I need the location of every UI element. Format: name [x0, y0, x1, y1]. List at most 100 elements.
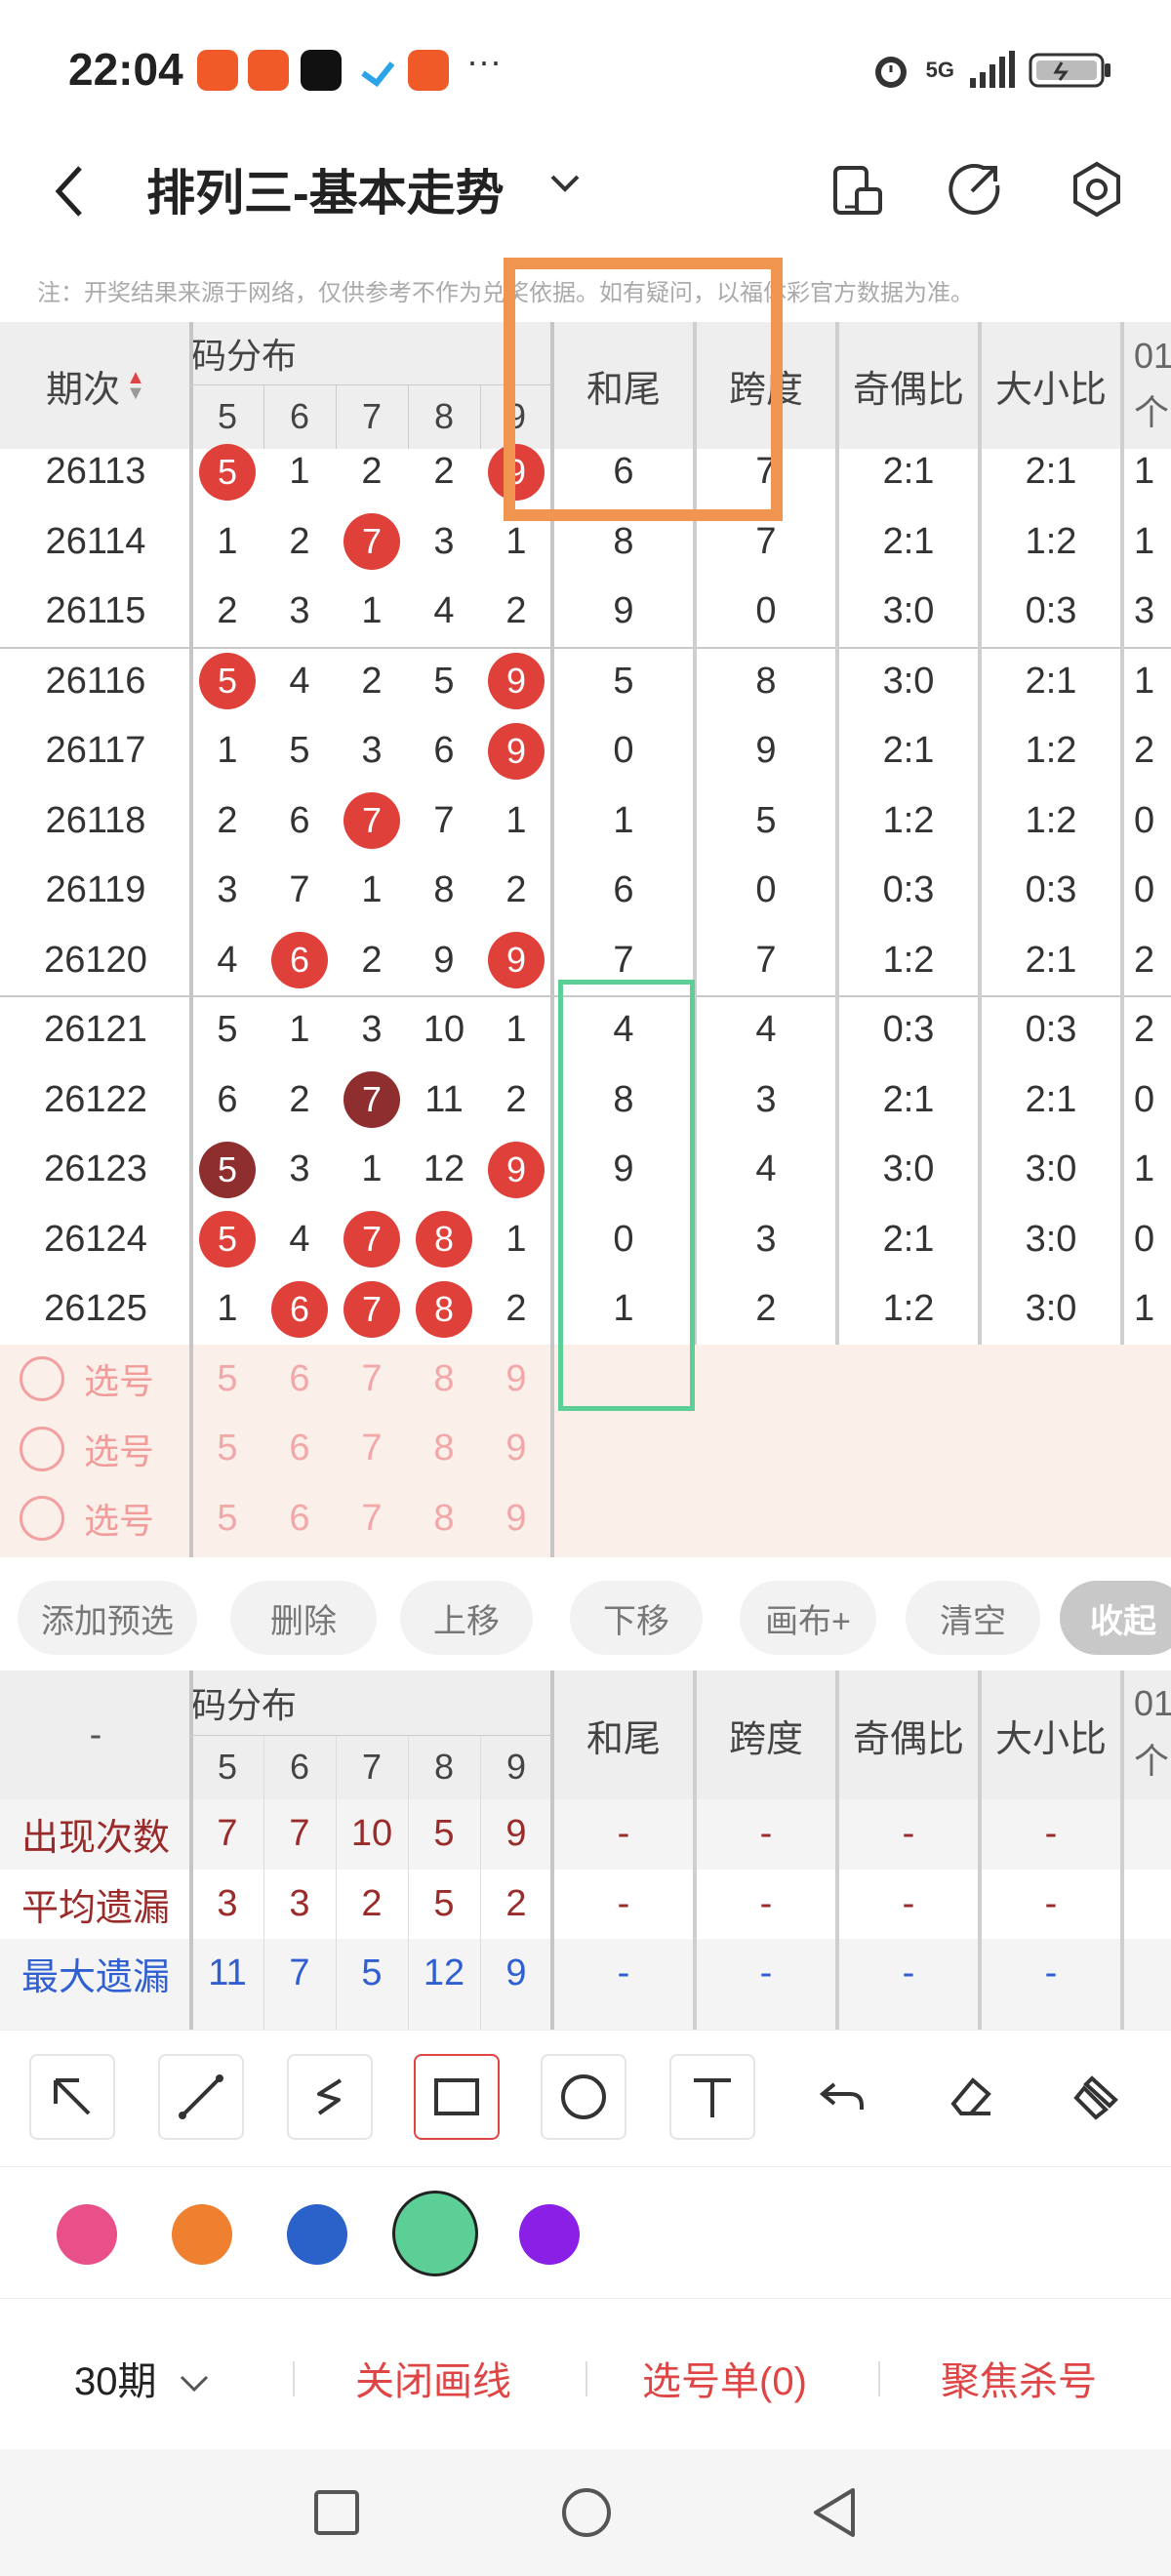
action-button[interactable]: 收起 [1060, 1581, 1171, 1655]
freehand-tool-button[interactable] [287, 2054, 373, 2140]
cut-cell: 2 [1134, 1009, 1155, 1051]
period-cell: 26121 [44, 1009, 147, 1051]
period-cell: 26113 [45, 451, 146, 493]
pick-digit[interactable]: 5 [191, 1414, 263, 1484]
pick-digit[interactable]: 9 [480, 1484, 552, 1554]
digit-cell: 8 [408, 1205, 480, 1275]
stats-corner: - [89, 1713, 102, 1755]
color-swatch-green-selected[interactable] [392, 2191, 478, 2276]
stat-cell: 0 [755, 590, 777, 632]
rectangle-tool-button[interactable] [414, 2054, 500, 2140]
home-icon[interactable] [560, 2486, 613, 2539]
clear-brush-button[interactable] [1054, 2054, 1140, 2140]
digit-cell: 3 [361, 730, 383, 772]
line-icon [179, 2074, 223, 2119]
period-select[interactable]: 30期 [74, 2350, 211, 2406]
stats-label: 最大遗漏 [20, 1957, 170, 1999]
digit-cell: 7 [336, 1066, 408, 1136]
stat-cell: 3:0 [882, 660, 935, 702]
hit-ball: 7 [343, 513, 400, 571]
stats-value: 9 [505, 1813, 527, 1855]
action-button[interactable]: 上移 [400, 1581, 533, 1655]
column-divider [189, 1670, 193, 2030]
color-swatch-blue[interactable] [287, 2204, 347, 2265]
recent-apps-icon[interactable] [312, 2488, 361, 2537]
tiktok-icon [301, 50, 342, 91]
hit-ball: 5 [199, 1211, 256, 1268]
action-button[interactable]: 清空 [906, 1581, 1040, 1655]
pick-digit[interactable]: 9 [480, 1345, 552, 1415]
period-column-header[interactable]: 期次 ▲ ▼ [0, 322, 191, 449]
column-divider [189, 322, 193, 1557]
title-dropdown-button[interactable] [548, 172, 582, 200]
page-title[interactable]: 排列三-基本走势 [146, 154, 505, 224]
hit-ball: 6 [271, 932, 328, 989]
back-button[interactable] [51, 164, 90, 223]
stat-cell: 2:1 [882, 1218, 935, 1260]
pick-digit[interactable]: 7 [336, 1484, 408, 1554]
stat-cell: 1:2 [1025, 730, 1077, 772]
action-button[interactable]: 下移 [570, 1581, 703, 1655]
hit-ball: 5 [199, 443, 256, 501]
stats-value: 2 [505, 1882, 527, 1924]
circle-tool-button[interactable] [541, 2054, 626, 2140]
orientation-button[interactable] [828, 160, 886, 219]
divider [878, 2361, 880, 2396]
undo-button[interactable] [798, 2054, 884, 2140]
pick-digit[interactable]: 6 [263, 1414, 336, 1484]
orange-rectangle-annotation [504, 258, 783, 521]
share-icon [949, 164, 1000, 215]
settings-button[interactable] [1068, 160, 1126, 219]
pick-select[interactable]: 选号 [20, 1345, 191, 1415]
column-divider [835, 322, 839, 1345]
pick-digit[interactable]: 5 [191, 1345, 263, 1415]
app-notification-icon [197, 50, 238, 91]
digit-cell: 3 [217, 869, 238, 911]
focus-kill-button[interactable]: 聚焦杀号 [941, 2350, 1097, 2406]
pick-digit[interactable]: 9 [480, 1414, 552, 1484]
color-swatch-orange[interactable] [172, 2204, 232, 2265]
period-select-label: 30期 [74, 2360, 157, 2403]
eraser-button[interactable] [927, 2054, 1013, 2140]
pick-select[interactable]: 选号 [20, 1484, 191, 1554]
stats-label: 平均遗漏 [20, 1887, 170, 1929]
stat-cell: 5 [613, 660, 634, 702]
pick-digit[interactable]: 8 [408, 1414, 480, 1484]
pick-digit[interactable]: 8 [408, 1484, 480, 1554]
pick-digit[interactable]: 7 [336, 1345, 408, 1415]
stats-row: 最大遗漏 11 7 5 12 9 - - - - [0, 1939, 1171, 2009]
digit-cell: 4 [289, 660, 310, 702]
pick-digit[interactable]: 6 [263, 1345, 336, 1415]
bottom-bar: 30期 关闭画线 选号单(0) 聚焦杀号 [0, 2303, 1171, 2449]
share-button[interactable] [945, 160, 1003, 219]
digit-cell: 1 [505, 1218, 527, 1260]
stat-cell: 4 [755, 1148, 777, 1190]
digit-cell: 3 [433, 520, 455, 562]
stat-cell: 3:0 [1025, 1148, 1077, 1190]
stat-cell: 2:1 [882, 520, 935, 562]
color-swatch-pink[interactable] [57, 2204, 117, 2265]
digit-cell: 1 [217, 520, 238, 562]
action-button[interactable]: 删除 [230, 1581, 377, 1655]
column-divider [263, 1735, 264, 2030]
digit-cell: 1 [217, 1288, 238, 1330]
action-button[interactable]: 画布+ [740, 1581, 876, 1655]
pick-digit[interactable]: 7 [336, 1414, 408, 1484]
pick-row: 选号 5 6 7 8 9 [0, 1484, 552, 1554]
back-nav-icon[interactable] [810, 2486, 859, 2539]
close-drawing-button[interactable]: 关闭画线 [355, 2350, 511, 2406]
pick-select[interactable]: 选号 [20, 1414, 191, 1484]
arrow-tool-button[interactable] [29, 2054, 115, 2140]
line-tool-button[interactable] [158, 2054, 244, 2140]
pick-list-button[interactable]: 选号单(0) [642, 2350, 807, 2406]
pick-digit[interactable]: 5 [191, 1484, 263, 1554]
action-button[interactable]: 添加预选 [18, 1581, 197, 1655]
color-swatch-purple[interactable] [519, 2204, 580, 2265]
pick-digit[interactable]: 8 [408, 1345, 480, 1415]
stat-cell: 3 [755, 1078, 777, 1120]
column-divider [1120, 322, 1124, 1345]
stat-cell: 0:3 [882, 869, 935, 911]
text-tool-button[interactable] [669, 2054, 755, 2140]
digit-cell: 8 [433, 869, 455, 911]
pick-digit[interactable]: 6 [263, 1484, 336, 1554]
